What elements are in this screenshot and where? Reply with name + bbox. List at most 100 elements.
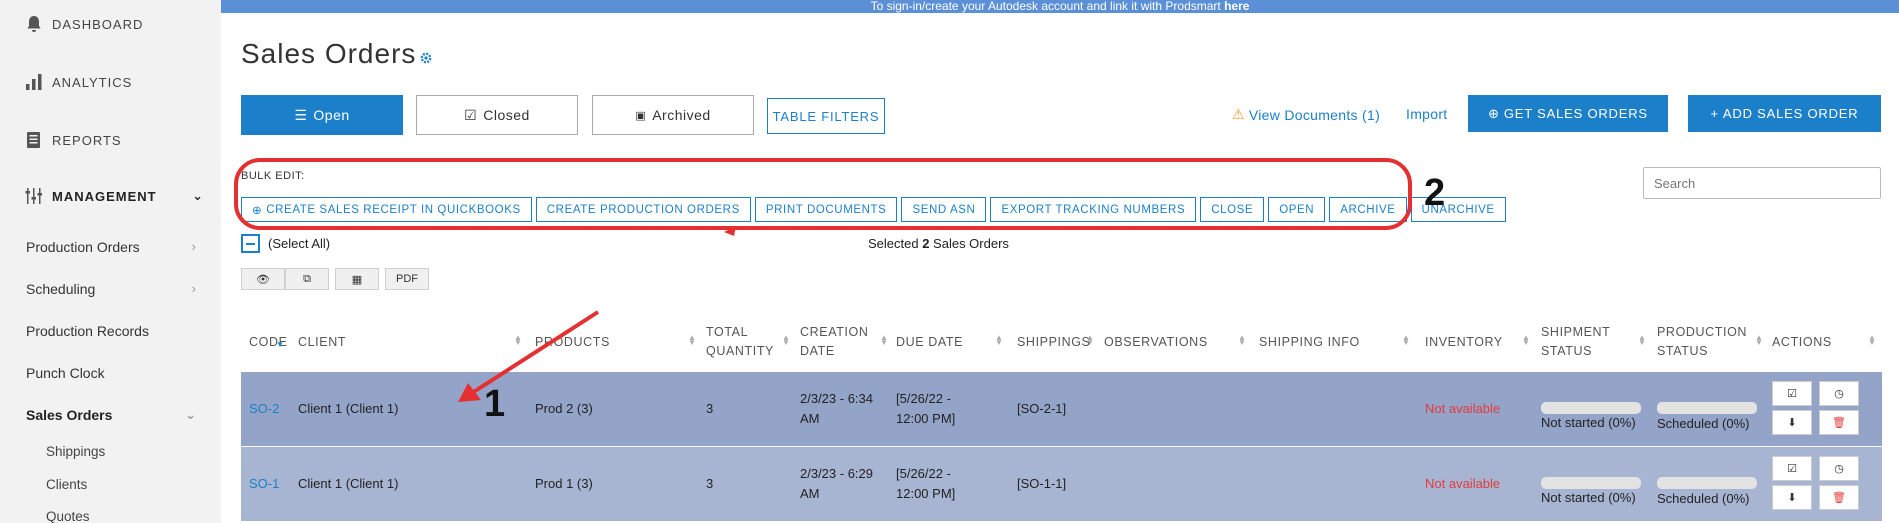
sort-icon[interactable]: ▲ ▼	[1402, 334, 1410, 347]
production-progress-bar	[1657, 477, 1757, 489]
document-icon	[27, 132, 40, 148]
th-observations[interactable]: OBSERVATIONS	[1104, 333, 1208, 352]
select-all[interactable]: (Select All)	[241, 234, 330, 253]
due-date-cell: [5/26/22 - 12:00 PM]	[896, 391, 956, 426]
view-documents-label: View Documents (1)	[1248, 106, 1381, 123]
tab-open-label: Open	[313, 107, 350, 123]
nav-reports[interactable]: REPORTS	[24, 130, 122, 150]
close-order-button[interactable]: ☑	[1772, 381, 1812, 406]
annotation-highlight-oval	[234, 158, 1412, 230]
th-due-date[interactable]: DUE DATE	[896, 333, 963, 352]
select-all-label: (Select All)	[268, 236, 331, 251]
nav-production-records[interactable]: Production Records	[26, 323, 196, 339]
nav-scheduling[interactable]: Scheduling ›	[26, 281, 196, 297]
th-shipping-info[interactable]: SHIPPING INFO	[1259, 333, 1360, 352]
inbox-icon: ▣	[635, 109, 647, 122]
eye-icon: 👁	[256, 273, 270, 286]
nav-shippings[interactable]: Shippings	[46, 444, 105, 459]
sort-icon[interactable]: ▲ ▼	[1868, 334, 1876, 347]
th-production-status[interactable]: PRODUCTION STATUS	[1657, 323, 1752, 361]
import-link[interactable]: Import	[1406, 106, 1447, 122]
sort-icon[interactable]: ▲ ▼	[688, 334, 696, 347]
th-creation-date[interactable]: CREATION DATE	[800, 323, 890, 361]
nav-punch-clock[interactable]: Punch Clock	[26, 365, 196, 381]
th-shippings[interactable]: SHIPPINGS	[1017, 333, 1090, 352]
check-square-icon: ☑	[1787, 463, 1797, 475]
nav-reports-label: REPORTS	[52, 132, 122, 148]
history-button[interactable]: ◷	[1819, 456, 1859, 481]
history-button[interactable]: ◷	[1819, 381, 1859, 406]
circle-plus-icon: ⊕	[1488, 105, 1500, 121]
sort-icon[interactable]: ▲ ▼	[782, 334, 790, 347]
shipment-status-text: Not started (0%)	[1541, 415, 1636, 430]
tab-archived[interactable]: ▣ Archived	[592, 95, 754, 135]
client-cell: Client 1 (Client 1)	[298, 401, 399, 416]
order-code-link[interactable]: SO-2	[249, 399, 279, 419]
download-icon: ⬇	[1787, 417, 1797, 429]
order-code-link[interactable]: SO-1	[249, 474, 279, 494]
chevron-right-icon: ›	[191, 281, 196, 296]
copy-button[interactable]: ⧉	[285, 268, 329, 290]
sort-icon[interactable]: ▲ ▼	[1522, 334, 1530, 347]
shipment-progress-bar	[1541, 402, 1641, 414]
nav-management-label: MANAGEMENT	[52, 188, 157, 204]
sort-icon[interactable]: ▲ ▼	[514, 334, 522, 347]
check-square-icon: ☑	[464, 106, 478, 123]
sort-desc-icon[interactable]: ▼	[276, 341, 284, 349]
th-shipment-status[interactable]: SHIPMENT STATUS	[1541, 323, 1631, 361]
th-client[interactable]: CLIENT	[298, 333, 346, 352]
nav-management[interactable]: MANAGEMENT ⌄	[24, 186, 204, 206]
gear-icon[interactable]	[420, 52, 432, 64]
nav-production-orders[interactable]: Production Orders ›	[26, 239, 196, 255]
table-view-button[interactable]: ▦	[335, 268, 379, 290]
shippings-cell: [SO-2-1]	[1017, 401, 1067, 416]
nav-dashboard-label: DASHBOARD	[52, 16, 144, 32]
view-toggle-button[interactable]: 👁	[241, 268, 285, 290]
th-inventory[interactable]: INVENTORY	[1425, 333, 1503, 352]
sort-icon[interactable]: ▲ ▼	[880, 334, 888, 347]
page-title: Sales Orders	[241, 38, 417, 69]
sort-icon[interactable]: ▲ ▼	[1086, 334, 1094, 347]
plus-icon: +	[1710, 106, 1719, 121]
sort-icon[interactable]: ▲ ▼	[1638, 334, 1646, 347]
sort-icon[interactable]: ▲ ▼	[1238, 334, 1246, 347]
due-date-cell: [5/26/22 - 12:00 PM]	[896, 466, 956, 501]
pdf-button[interactable]: PDF	[385, 268, 429, 290]
chevron-down-icon: ⌄	[192, 188, 204, 203]
nav-clients[interactable]: Clients	[46, 477, 87, 492]
client-cell: Client 1 (Client 1)	[298, 476, 399, 491]
sort-icon[interactable]: ▲ ▼	[995, 334, 1003, 347]
get-sales-orders-label: GET SALES ORDERS	[1503, 106, 1648, 121]
sort-icon[interactable]: ▲ ▼	[1755, 334, 1763, 347]
select-all-checkbox[interactable]	[241, 234, 260, 253]
table-icon: ▦	[351, 273, 363, 286]
chevron-down-icon: ⌄	[185, 407, 196, 422]
view-documents-link[interactable]: ⚠ View Documents (1)	[1232, 106, 1380, 123]
get-sales-orders-button[interactable]: ⊕ GET SALES ORDERS	[1468, 95, 1668, 132]
nav-analytics[interactable]: ANALYTICS	[24, 72, 132, 92]
th-actions: ACTIONS	[1772, 335, 1832, 349]
download-button[interactable]: ⬇	[1772, 410, 1812, 435]
nav-quotes[interactable]: Quotes	[46, 509, 90, 523]
warning-icon: ⚠	[1232, 106, 1245, 122]
nav-sales-orders[interactable]: Sales Orders ⌄	[26, 407, 196, 423]
tab-open[interactable]: ☰ Open	[241, 95, 403, 135]
add-sales-order-button[interactable]: + ADD SALES ORDER	[1688, 95, 1881, 132]
shipment-status-text: Not started (0%)	[1541, 490, 1636, 505]
quantity-cell: 3	[706, 476, 714, 491]
th-products[interactable]: PRODUCTS	[535, 333, 610, 352]
table-row[interactable]: SO-1 Client 1 (Client 1) Prod 1 (3) 3 2/…	[241, 447, 1882, 521]
production-status-text: Scheduled (0%)	[1657, 491, 1750, 506]
download-button[interactable]: ⬇	[1772, 485, 1812, 510]
delete-button[interactable]: 🗑	[1819, 410, 1859, 435]
banner-link[interactable]: here	[1224, 0, 1249, 13]
tab-closed-label: Closed	[483, 107, 530, 123]
banner-text: To sign-in/create your Autodesk account …	[870, 0, 1225, 13]
production-status-text: Scheduled (0%)	[1657, 416, 1750, 431]
table-filters-button[interactable]: TABLE FILTERS	[767, 98, 885, 134]
search-input[interactable]	[1643, 167, 1881, 199]
nav-dashboard[interactable]: DASHBOARD	[24, 14, 143, 34]
close-order-button[interactable]: ☑	[1772, 456, 1812, 481]
delete-button[interactable]: 🗑	[1819, 485, 1859, 510]
tab-closed[interactable]: ☑ Closed	[416, 95, 578, 135]
